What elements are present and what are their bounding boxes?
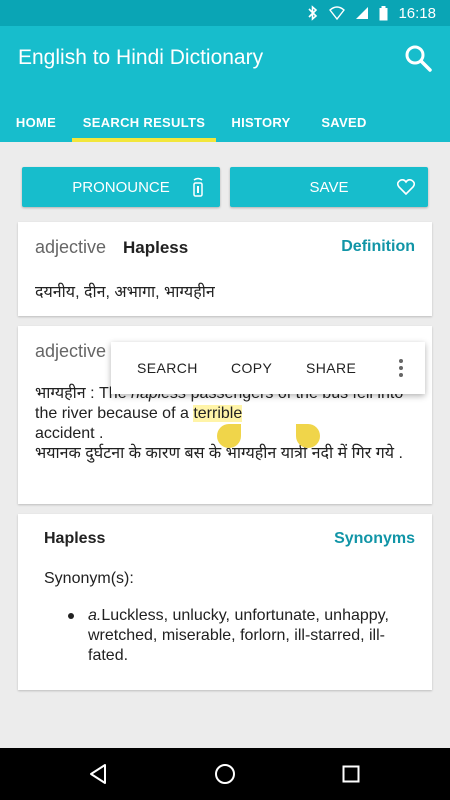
synonyms-label[interactable]: Synonyms bbox=[334, 530, 415, 548]
heart-icon bbox=[396, 177, 416, 197]
definition-card: adjective Hapless Definition दयनीय, दीन,… bbox=[18, 222, 432, 316]
save-button[interactable]: SAVE bbox=[230, 167, 428, 207]
synonyms-card: Hapless Synonyms Synonym(s): a.Luckless,… bbox=[18, 514, 432, 690]
synonyms-heading: Synonym(s): bbox=[44, 570, 134, 587]
hindi-meaning: दयनीय, दीन, अभागा, भाग्यहीन bbox=[35, 284, 215, 301]
text-selection-menu: SEARCH COPY SHARE bbox=[111, 342, 425, 394]
part-of-speech: adjective bbox=[35, 341, 107, 361]
pronounce-label: PRONOUNCE bbox=[72, 178, 170, 196]
tab-search-results[interactable]: SEARCH RESULTS bbox=[72, 102, 216, 142]
selection-handle-end[interactable] bbox=[296, 424, 320, 448]
tab-saved[interactable]: SAVED bbox=[306, 102, 382, 142]
home-icon[interactable] bbox=[213, 762, 237, 786]
word-title: Hapless bbox=[123, 238, 189, 257]
menu-share[interactable]: SHARE bbox=[306, 360, 356, 376]
example-hindi: भयानक दुर्घटना के कारण बस के भाग्यहीन या… bbox=[35, 445, 403, 462]
wifi-icon bbox=[329, 6, 346, 20]
selected-text[interactable]: terrible bbox=[193, 405, 243, 422]
part-of-speech: adjective bbox=[35, 237, 107, 257]
selection-handle-start[interactable] bbox=[217, 424, 241, 448]
bluetooth-icon bbox=[307, 5, 319, 21]
nav-bar bbox=[0, 748, 450, 800]
recents-icon[interactable] bbox=[339, 762, 363, 786]
example-suffix: accident . bbox=[35, 425, 104, 442]
tab-history[interactable]: HISTORY bbox=[216, 102, 306, 142]
app-bar: English to Hindi Dictionary HOME SEARCH … bbox=[0, 26, 450, 142]
definition-label[interactable]: Definition bbox=[341, 238, 415, 256]
battery-icon bbox=[379, 5, 388, 21]
bullet bbox=[68, 613, 74, 619]
menu-copy[interactable]: COPY bbox=[231, 360, 272, 376]
status-bar: 16:18 bbox=[0, 0, 450, 26]
synonym-marker: a. bbox=[88, 607, 102, 624]
menu-search[interactable]: SEARCH bbox=[137, 360, 198, 376]
synonym-items: Luckless, unlucky, unfortunate, unhappy,… bbox=[88, 607, 389, 664]
synonyms-list: a.Luckless, unlucky, unfortunate, unhapp… bbox=[88, 606, 418, 666]
back-icon[interactable] bbox=[86, 762, 110, 786]
tab-bar: HOME SEARCH RESULTS HISTORY SAVED bbox=[0, 102, 450, 142]
search-icon[interactable] bbox=[402, 42, 434, 74]
synonym-word: Hapless bbox=[44, 530, 106, 547]
app-title: English to Hindi Dictionary bbox=[18, 46, 264, 69]
speaker-icon bbox=[188, 177, 208, 197]
pronounce-button[interactable]: PRONOUNCE bbox=[22, 167, 220, 207]
clock: 16:18 bbox=[398, 4, 436, 22]
more-vert-icon[interactable] bbox=[399, 359, 403, 377]
save-label: SAVE bbox=[309, 178, 349, 196]
signal-icon bbox=[355, 6, 369, 20]
tab-home[interactable]: HOME bbox=[0, 102, 72, 142]
